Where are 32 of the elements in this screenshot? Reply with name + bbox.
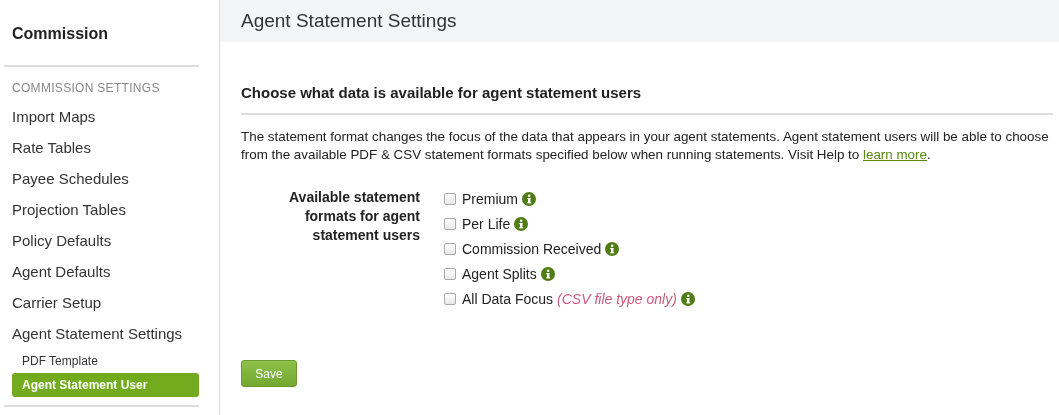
option-label: Premium (462, 191, 518, 207)
option-label: All Data Focus (462, 291, 554, 307)
checkbox[interactable] (444, 218, 456, 230)
section-heading: COMMISSION SETTINGS (11, 80, 161, 97)
sidebar-item[interactable]: Payee Schedules (0, 163, 219, 194)
form-label: Available statement formats for agent statement users (288, 188, 420, 245)
info-icon[interactable] (514, 217, 529, 231)
checkbox[interactable] (444, 293, 456, 305)
sidebar-item[interactable]: Rate Tables (0, 132, 219, 163)
info-icon[interactable] (540, 267, 555, 281)
description-text: The statement format changes the focus of the data that appears in your agent statements. Agent statement users will be able to choose from the available PDF & CSV statement formats specified below when running statements. Visit Help to learn more. (241, 128, 1050, 164)
option-label: Agent Splits (462, 266, 537, 282)
sidebar-item[interactable]: Agent Defaults (0, 256, 219, 287)
info-icon[interactable] (522, 192, 536, 206)
sidebar-item[interactable]: Import Maps (0, 101, 219, 132)
learn-more-link[interactable]: learn more (862, 147, 927, 162)
section-title: Choose what data is available for agent statement users (241, 84, 1053, 115)
info-icon[interactable] (680, 292, 695, 306)
sidebar-subitem[interactable]: PDF Template (12, 349, 199, 373)
option-label: Per Life (462, 216, 511, 232)
sidebar-item[interactable]: Agent Statement Settings (0, 318, 219, 349)
option-note: (CSV file type only) (557, 291, 677, 307)
checkbox[interactable] (444, 243, 456, 255)
checkbox[interactable] (444, 268, 456, 280)
sidebar-title: Commission (11, 24, 109, 44)
sidebar-item[interactable]: Carrier Setup (0, 287, 219, 318)
info-icon[interactable] (605, 242, 620, 256)
sidebar-item[interactable]: Policy Defaults (0, 225, 219, 256)
sidebar-item[interactable]: Projection Tables (0, 194, 219, 225)
checkbox[interactable] (444, 193, 456, 205)
option-label: Commission Received (462, 241, 602, 257)
page-title: Agent Statement Settings (241, 10, 457, 32)
